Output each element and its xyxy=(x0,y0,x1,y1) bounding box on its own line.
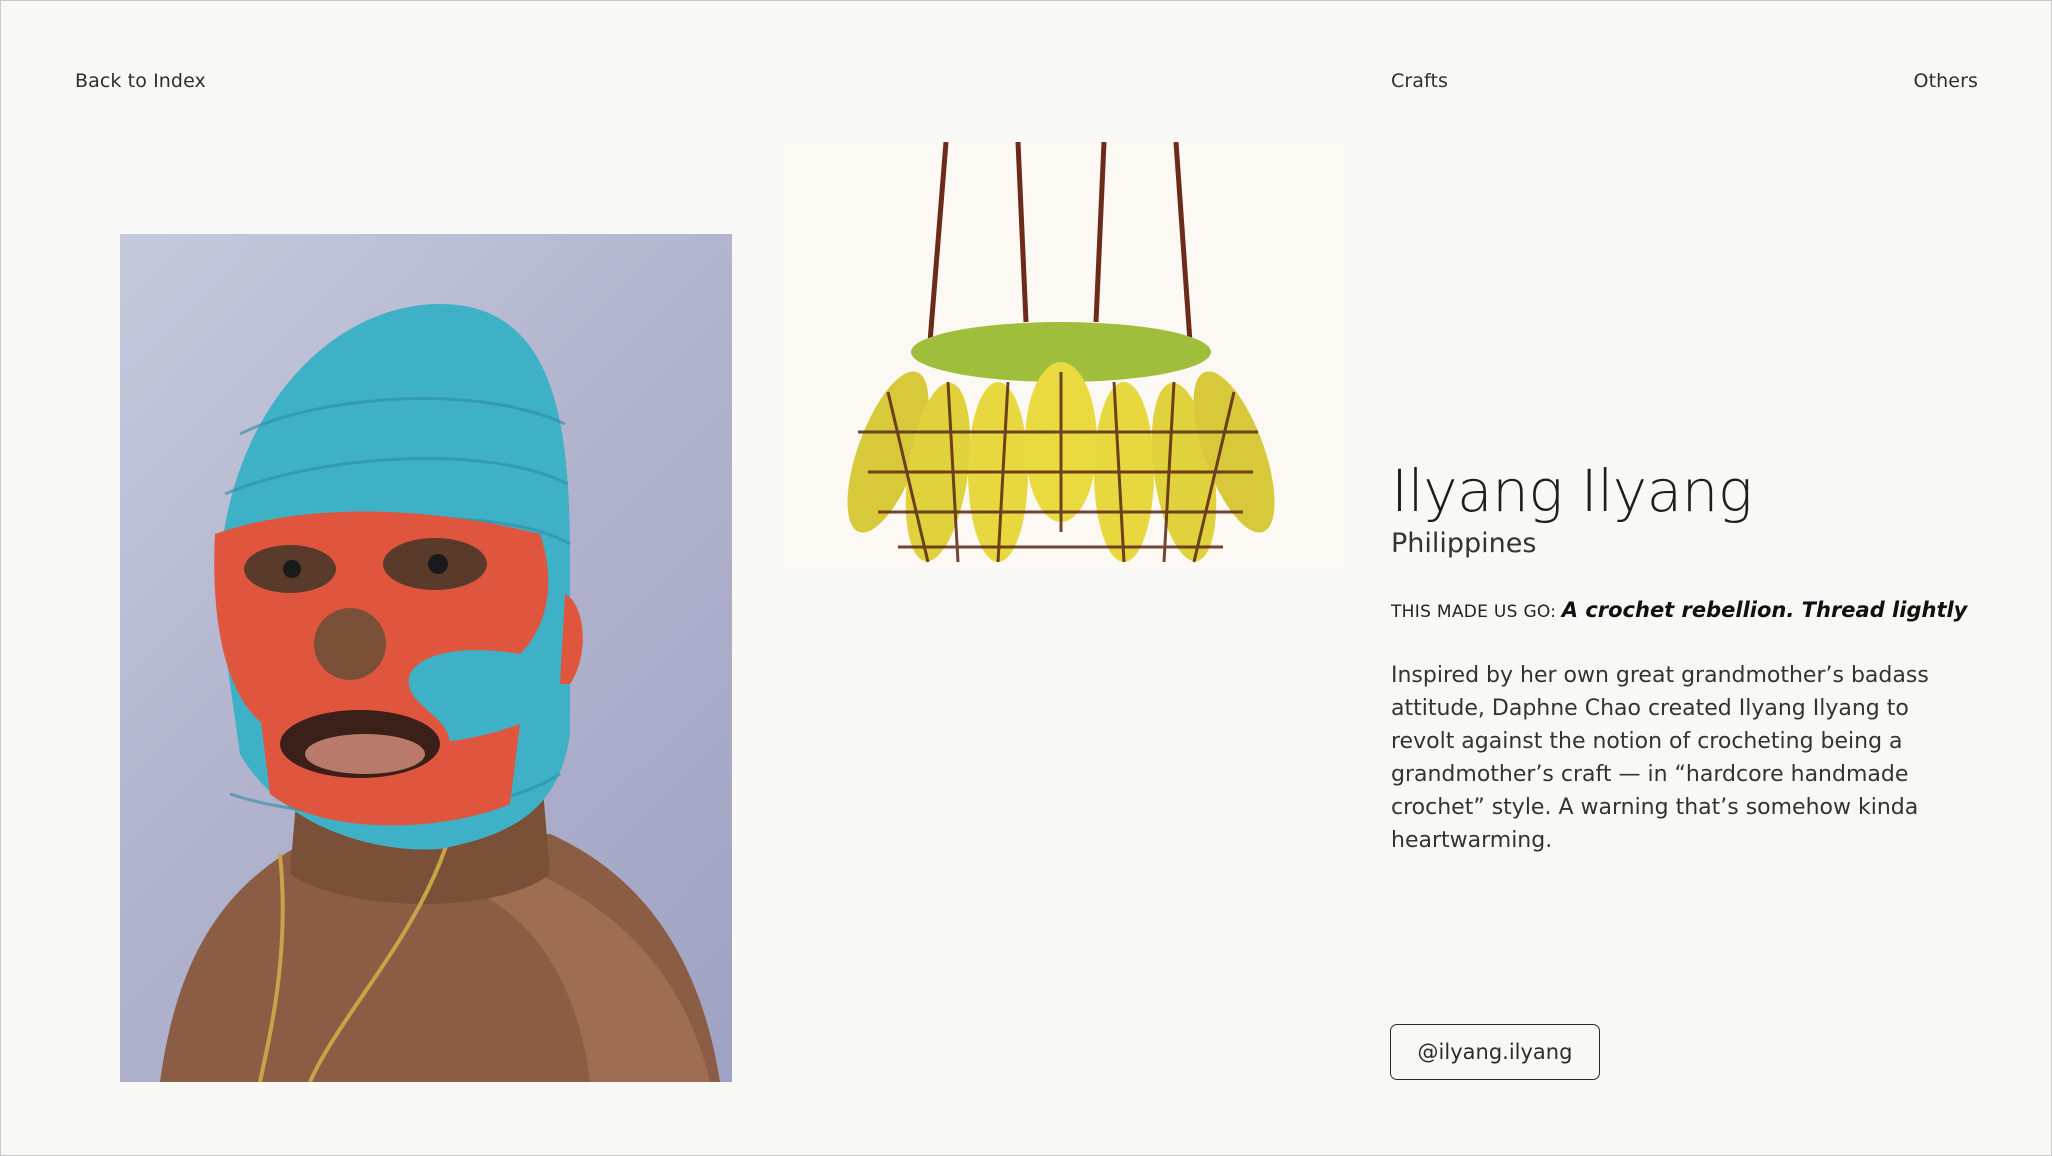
crochet-banana-bag-photo xyxy=(778,142,1344,568)
tagline-row: THIS MADE US GO: A crochet rebellion. Th… xyxy=(1391,595,1971,627)
tagline-label: THIS MADE US GO: xyxy=(1391,602,1557,622)
others-link[interactable]: Others xyxy=(1914,70,1978,92)
crafts-link[interactable]: Crafts xyxy=(1391,70,1448,92)
tagline-text: A crochet rebellion. Thread lightly xyxy=(1561,598,1968,622)
profile-info: Ilyang Ilyang Philippines THIS MADE US G… xyxy=(1391,455,1971,857)
profile-description: Inspired by her own great grandmother’s … xyxy=(1391,663,1929,853)
profile-title: Ilyang Ilyang xyxy=(1391,457,1753,525)
crochet-mask-photo xyxy=(120,234,732,1082)
instagram-handle-button[interactable]: @ilyang.ilyang xyxy=(1390,1024,1600,1080)
profile-country: Philippines xyxy=(1391,528,1537,559)
back-to-index-link[interactable]: Back to Index xyxy=(75,70,206,92)
